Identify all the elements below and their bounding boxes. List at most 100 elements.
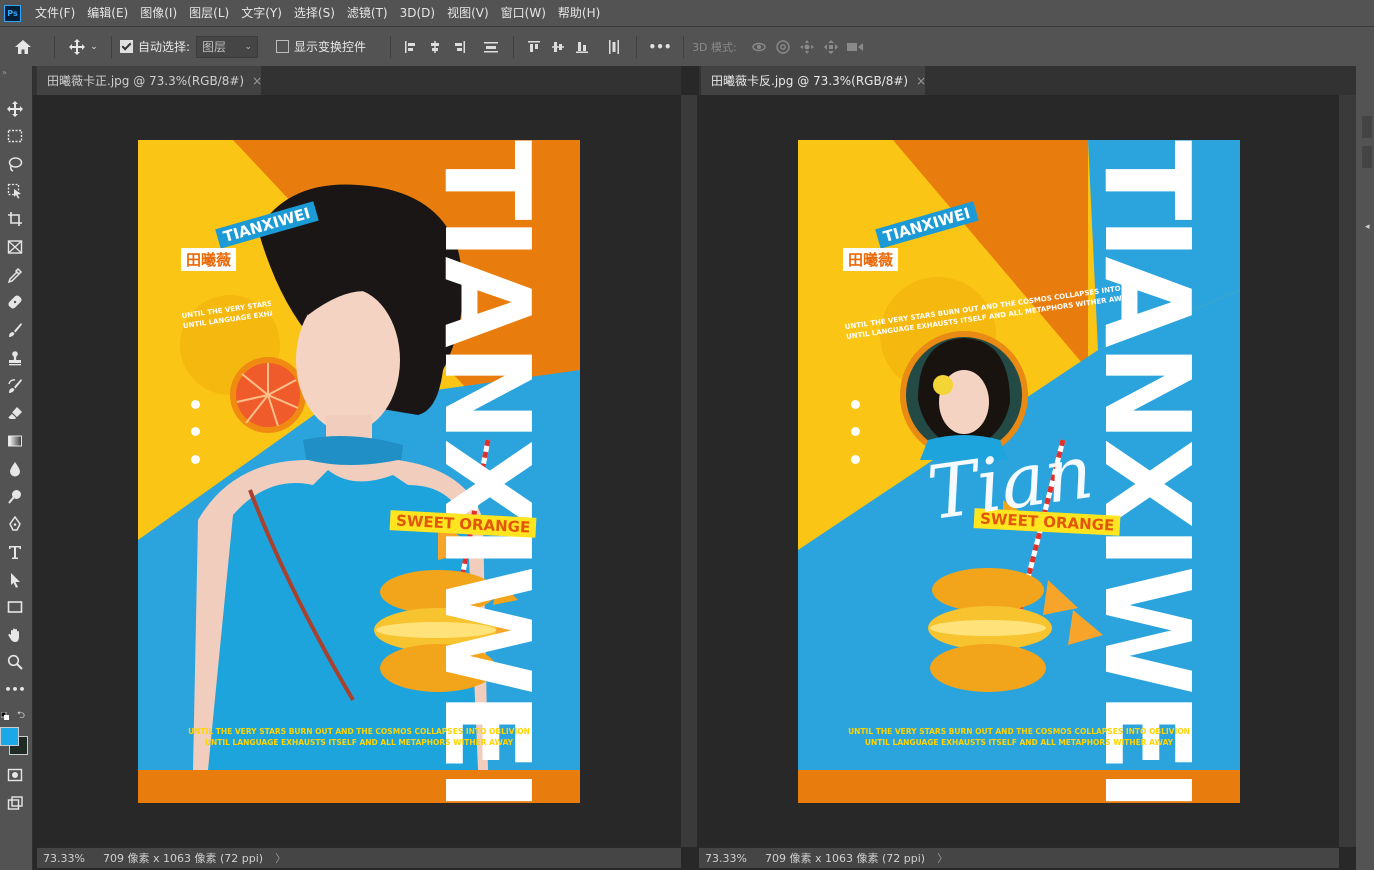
crop-tool-button[interactable] (4, 208, 26, 230)
move-tool-button[interactable] (4, 98, 26, 120)
type-tool-button[interactable] (4, 541, 26, 563)
right-panel-dock: ◂ (1356, 66, 1374, 870)
decor-dot (191, 427, 200, 436)
3d-roll-button[interactable] (771, 35, 795, 59)
gradient-tool-button[interactable] (4, 430, 26, 452)
align-vertical-centers-button[interactable] (546, 35, 570, 59)
menu-filter[interactable]: 滤镜(T) (341, 0, 394, 26)
separator (636, 35, 638, 58)
panel-tab[interactable] (1362, 146, 1372, 168)
object-selection-tool-button[interactable] (4, 180, 26, 202)
align-bottom-edges-button[interactable] (570, 35, 594, 59)
eyedropper-tool-button[interactable] (4, 264, 26, 286)
move-tool-preset-button[interactable]: ⌄ (63, 38, 103, 56)
menu-3d[interactable]: 3D(D) (394, 0, 441, 26)
3d-drag-button[interactable] (795, 35, 819, 59)
rectangular-marquee-icon (7, 129, 23, 143)
home-button[interactable] (0, 38, 46, 56)
decor-dot (851, 427, 860, 436)
marquee-tool-button[interactable] (4, 125, 26, 147)
blur-tool-button[interactable] (4, 458, 26, 480)
more-options-button[interactable]: ••• (645, 40, 675, 54)
rectangle-tool-button[interactable] (4, 596, 26, 618)
quick-mask-button[interactable] (4, 764, 26, 786)
video-camera-icon (846, 42, 863, 51)
slogan-bottom: UNTIL THE VERY STARS BURN OUT AND THE CO… (798, 726, 1240, 748)
3d-slide-button[interactable] (819, 35, 843, 59)
menu-edit[interactable]: 编辑(E) (81, 0, 134, 26)
magnifier-icon (7, 654, 23, 670)
zoom-level-field[interactable]: 73.33% (699, 852, 757, 865)
poster-front: TIANXIWEI TIANXIWEI 田曦薇 UNTIL THE VERY S… (138, 140, 580, 803)
show-transform-controls-checkbox[interactable] (276, 40, 290, 53)
status-menu-arrow-icon[interactable]: 〉 (933, 850, 948, 866)
arrow-cursor-icon (11, 573, 20, 588)
vertical-scrollbar-right[interactable] (1339, 95, 1356, 847)
close-icon[interactable]: × (916, 74, 926, 88)
decor-dot (851, 455, 860, 464)
document-tab-back[interactable]: 田曦薇卡反.jpg @ 73.3%(RGB/8#) × (701, 66, 926, 95)
align-top-edges-button[interactable] (522, 35, 546, 59)
brush-icon (9, 323, 22, 337)
swap-colors-icon[interactable]: ⮌ (17, 708, 25, 725)
panel-tab[interactable] (1362, 116, 1372, 138)
3d-drag-icon (799, 39, 814, 54)
vertical-scrollbar-left[interactable] (681, 95, 697, 847)
home-icon (15, 39, 31, 54)
hand-tool-button[interactable] (4, 624, 26, 646)
screen-mode-icon (7, 796, 23, 810)
align-center-icon (431, 40, 440, 53)
status-bar-right: 73.33% 709 像素 x 1063 像素 (72 ppi) 〉 (699, 847, 1339, 868)
close-icon[interactable]: × (252, 74, 262, 88)
align-horizontal-centers-button[interactable] (423, 35, 447, 59)
zoom-tool-button[interactable] (4, 651, 26, 673)
status-menu-arrow-icon[interactable]: 〉 (271, 850, 286, 866)
bandage-icon (8, 295, 22, 309)
align-left-edges-button[interactable] (399, 35, 423, 59)
document-tab-front[interactable]: 田曦薇卡正.jpg @ 73.3%(RGB/8#) × (37, 66, 262, 95)
menu-window[interactable]: 窗口(W) (495, 0, 552, 26)
3d-mode-label: 3D 模式: (692, 40, 737, 54)
distribute-vertical-icon (484, 41, 499, 52)
more-tools-button[interactable]: ••• (4, 678, 26, 700)
menu-help[interactable]: 帮助(H) (552, 0, 606, 26)
document-size-info: 709 像素 x 1063 像素 (72 ppi) (103, 852, 264, 865)
align-middle-icon (552, 41, 565, 52)
collapse-panel-icon[interactable]: » (2, 68, 7, 77)
pen-tool-button[interactable] (4, 513, 26, 535)
menu-image[interactable]: 图像(I) (134, 0, 183, 26)
path-selection-tool-button[interactable] (4, 569, 26, 591)
foreground-color-swatch[interactable] (0, 727, 19, 746)
menu-file[interactable]: 文件(F) (29, 0, 81, 26)
3d-orbit-button[interactable] (747, 35, 771, 59)
auto-select-target-dropdown[interactable]: 图层 ⌄ (196, 35, 259, 58)
eraser-tool-button[interactable] (4, 402, 26, 424)
slogan-bottom-line2: UNTIL LANGUAGE EXHAUSTS ITSELF AND ALL M… (864, 738, 1174, 747)
brush-tool-button[interactable] (4, 319, 26, 341)
poster-back: TIANXIWEI TIANXIWEI 田曦薇 UNTIL THE VERY S… (798, 140, 1240, 803)
expand-panel-icon[interactable]: ◂ (1365, 222, 1370, 232)
zoom-level-field[interactable]: 73.33% (37, 852, 95, 865)
auto-select-checkbox[interactable] (120, 40, 133, 53)
healing-brush-tool-button[interactable] (4, 291, 26, 313)
menu-layer[interactable]: 图层(L) (183, 0, 235, 26)
distribute-vertical-button[interactable] (479, 35, 503, 59)
slogan-bottom-line1: UNTIL THE VERY STARS BURN OUT AND THE CO… (848, 727, 1190, 736)
default-colors-icon[interactable] (0, 709, 9, 720)
clone-stamp-tool-button[interactable] (4, 347, 26, 369)
gradient-icon (8, 435, 22, 447)
frame-tool-button[interactable] (4, 236, 26, 258)
align-right-edges-button[interactable] (447, 35, 471, 59)
menu-select[interactable]: 选择(S) (288, 0, 341, 26)
name-badge-chinese: 田曦薇 (843, 248, 899, 271)
3d-scale-button[interactable] (843, 35, 867, 59)
distribute-horizontal-button[interactable] (602, 35, 626, 59)
menu-view[interactable]: 视图(V) (441, 0, 495, 26)
align-top-icon (528, 40, 541, 52)
history-brush-tool-button[interactable] (4, 375, 26, 397)
show-transform-controls-label: 显示变换控件 (294, 40, 367, 54)
lasso-tool-button[interactable] (4, 153, 26, 175)
screen-mode-button[interactable] (4, 792, 26, 814)
dodge-tool-button[interactable] (4, 486, 26, 508)
menu-type[interactable]: 文字(Y) (235, 0, 288, 26)
